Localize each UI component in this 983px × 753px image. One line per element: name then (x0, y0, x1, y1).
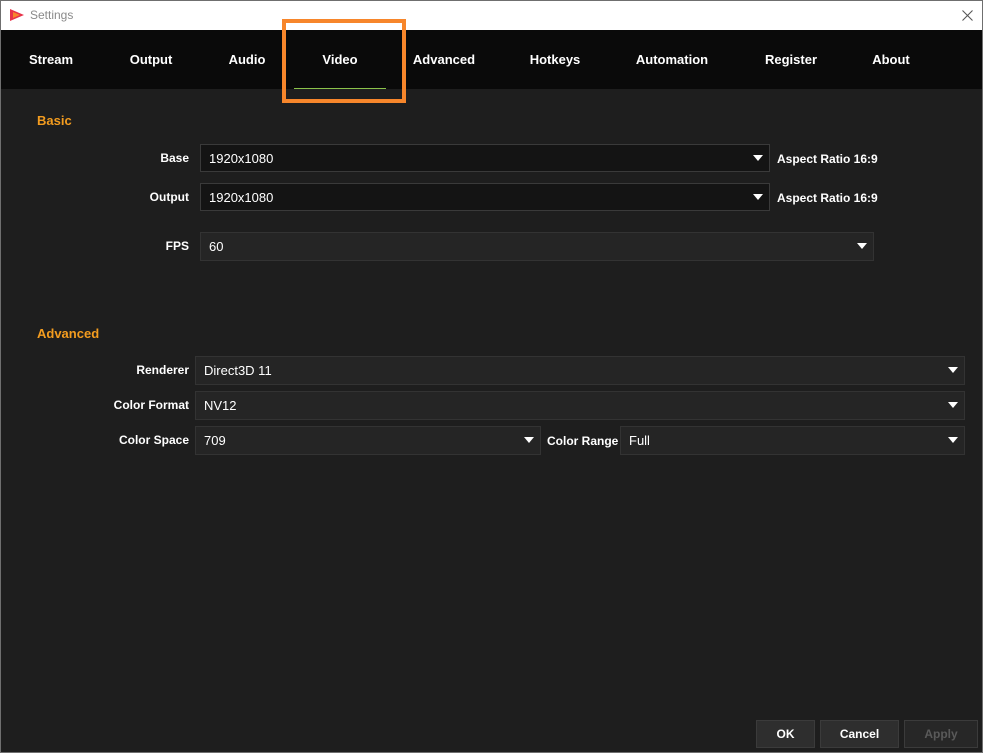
tab-register[interactable]: Register (741, 30, 841, 89)
base-aspect-ratio: Aspect Ratio 16:9 (777, 152, 878, 166)
color-space-select[interactable]: 709 (195, 426, 541, 455)
color-format-select[interactable]: NV12 (195, 391, 965, 420)
base-label: Base (160, 151, 189, 165)
tab-about[interactable]: About (841, 30, 941, 89)
color-format-value: NV12 (204, 398, 237, 413)
output-resolution-value: 1920x1080 (209, 190, 274, 205)
tab-video[interactable]: Video (290, 30, 390, 89)
advanced-section-title: Advanced (37, 326, 100, 341)
title-bar: Settings (1, 1, 982, 30)
color-range-value: Full (629, 433, 650, 448)
chevron-down-icon (524, 437, 534, 443)
output-label: Output (149, 190, 189, 204)
tab-output[interactable]: Output (101, 30, 201, 89)
fps-label: FPS (165, 239, 189, 253)
base-resolution-select[interactable]: 1920x1080 (200, 144, 770, 172)
tab-stream[interactable]: Stream (1, 30, 101, 89)
renderer-value: Direct3D 11 (204, 363, 272, 378)
tab-automation[interactable]: Automation (622, 30, 722, 89)
app-logo-icon (10, 9, 24, 21)
window-title: Settings (30, 8, 74, 22)
tab-audio[interactable]: Audio (197, 30, 297, 89)
tab-hotkeys[interactable]: Hotkeys (505, 30, 605, 89)
chevron-down-icon (753, 194, 763, 200)
chevron-down-icon (857, 243, 867, 249)
color-format-label: Color Format (113, 398, 189, 412)
color-range-select[interactable]: Full (620, 426, 965, 455)
output-aspect-ratio: Aspect Ratio 16:9 (777, 191, 878, 205)
base-resolution-value: 1920x1080 (209, 151, 274, 166)
close-icon (961, 10, 973, 21)
fps-value: 60 (209, 239, 224, 254)
tab-bar: Stream Output Audio Video Advanced Hotke… (1, 30, 982, 89)
video-settings-panel: Basic Base 1920x1080 Aspect Ratio 16:9 O… (1, 89, 982, 752)
chevron-down-icon (948, 367, 958, 373)
apply-button[interactable]: Apply (904, 720, 978, 748)
ok-button[interactable]: OK (756, 720, 815, 748)
chevron-down-icon (948, 437, 958, 443)
chevron-down-icon (753, 155, 763, 161)
color-space-label: Color Space (118, 433, 189, 447)
color-space-value: 709 (204, 433, 226, 448)
color-range-label: Color Range (547, 434, 619, 448)
cancel-button[interactable]: Cancel (820, 720, 899, 748)
basic-section-title: Basic (37, 113, 72, 128)
renderer-select[interactable]: Direct3D 11 (195, 356, 965, 385)
close-button[interactable] (952, 1, 982, 30)
settings-window: Settings Stream Output Audio Video Advan… (0, 0, 983, 753)
renderer-label: Renderer (136, 363, 189, 377)
output-resolution-select[interactable]: 1920x1080 (200, 183, 770, 211)
chevron-down-icon (948, 402, 958, 408)
fps-select[interactable]: 60 (200, 232, 874, 261)
tab-advanced[interactable]: Advanced (394, 30, 494, 89)
